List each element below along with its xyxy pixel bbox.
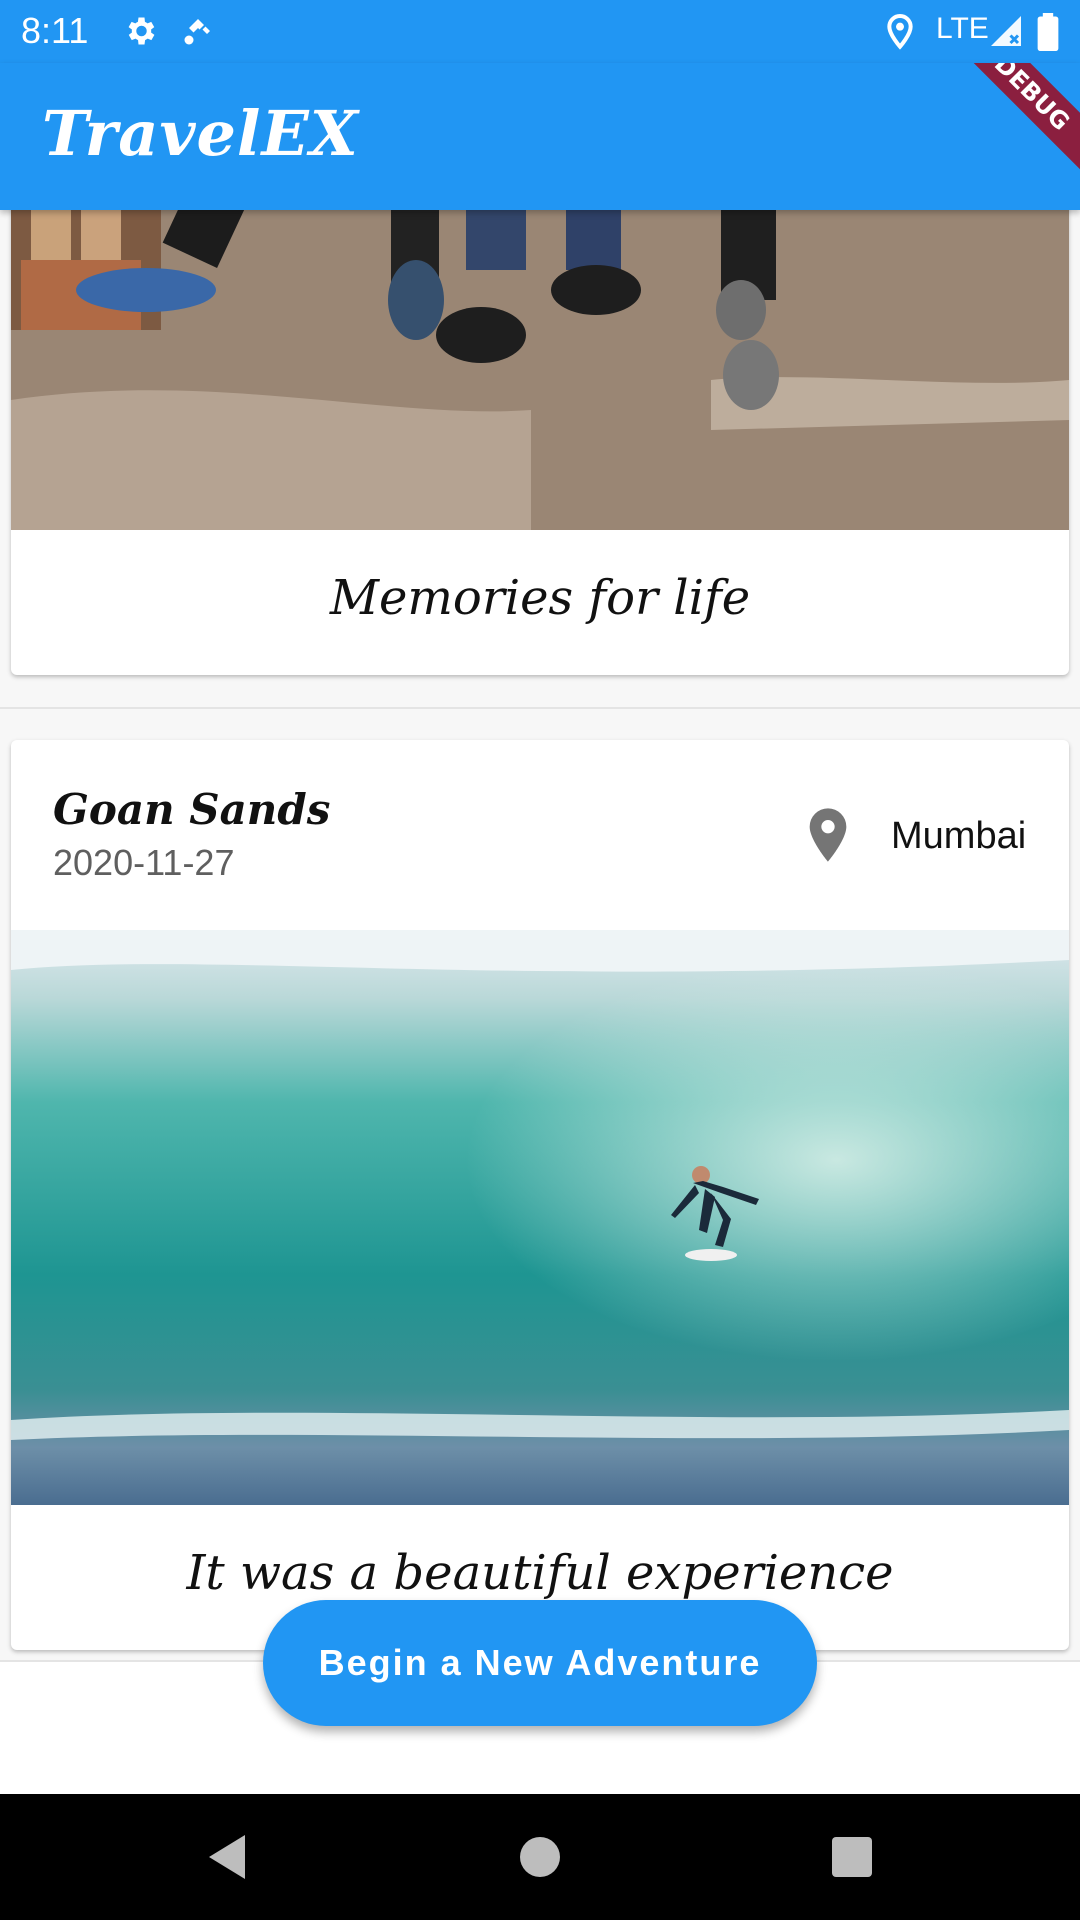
card-title: Goan Sands [53,785,331,834]
divider [0,707,1080,709]
recents-icon[interactable] [830,1832,874,1882]
satellite-icon [184,19,210,45]
location-pin-icon [809,808,847,862]
debug-banner: DEBUG [940,63,1080,185]
signal-icon [991,16,1021,46]
navigation-bar [0,1794,1080,1920]
card-location: Mumbai [891,815,1027,857]
back-icon[interactable] [205,1832,249,1882]
memory-card[interactable]: Goan Sands 2020-11-27 Mumbai It was a be… [11,740,1069,1650]
location-icon [887,13,913,50]
status-time: 8:11 [21,10,89,51]
memory-card[interactable]: Memories for life [11,150,1069,675]
home-icon[interactable] [518,1832,562,1882]
card-caption: Memories for life [329,570,751,626]
card-date: 2020-11-27 [53,842,235,883]
app-bar: TravelEX DEBUG [0,63,1080,210]
battery-icon [1037,13,1059,51]
card-caption: It was a beautiful experience [186,1545,894,1601]
app-title: TravelEX [42,97,359,170]
card-photo [11,930,1069,1505]
status-bar: 8:11 LTE [0,0,1080,63]
gear-icon [128,17,155,45]
network-type: LTE [936,12,989,45]
begin-adventure-button[interactable]: Begin a New Adventure [263,1600,817,1726]
